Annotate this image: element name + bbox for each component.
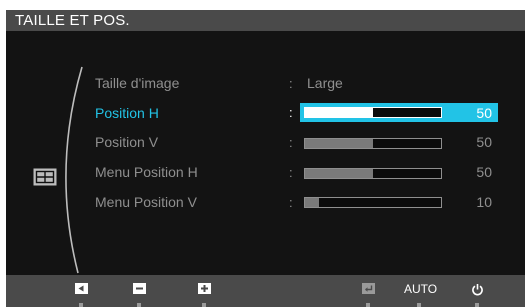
left-arrow-icon[interactable] (75, 283, 88, 294)
menu-item-position-v[interactable]: Position V (95, 134, 158, 150)
enter-icon[interactable] (362, 283, 375, 294)
slider-fill (305, 139, 373, 148)
slider-fill (305, 198, 319, 207)
power-icon[interactable] (471, 283, 484, 296)
osd-window: TAILLE ET POS. Taille d'image : Large Po… (6, 10, 525, 307)
menu-position-v-slider[interactable] (304, 197, 442, 208)
button-guide-bar: AUTO (6, 275, 525, 307)
indicator-dot (137, 303, 141, 307)
menu-item-menu-position-h[interactable]: Menu Position H (95, 164, 198, 180)
auto-button[interactable]: AUTO (404, 282, 437, 296)
position-h-slider[interactable] (304, 107, 442, 118)
indicator-dot (366, 303, 370, 307)
menu-item-taille-image[interactable]: Taille d'image (95, 75, 179, 91)
indicator-dot (475, 303, 479, 307)
menu-position-h-value: 50 (476, 164, 492, 180)
size-position-icon (33, 168, 57, 186)
menu-title: TAILLE ET POS. (15, 12, 130, 29)
menu-position-v-value: 10 (476, 194, 492, 210)
image-size-value: Large (307, 75, 343, 91)
item-colon: : (289, 76, 293, 91)
indicator-dot (417, 303, 421, 307)
menu-item-menu-position-v[interactable]: Menu Position V (95, 194, 197, 210)
menu-panel: Taille d'image : Large Position H : 50 P… (6, 31, 525, 275)
indicator-dot (79, 303, 83, 307)
menu-position-h-slider[interactable] (304, 168, 442, 179)
slider-fill (305, 169, 373, 178)
slider-fill (305, 108, 373, 117)
menu-item-position-h[interactable]: Position H (95, 105, 159, 121)
position-h-value: 50 (476, 105, 492, 121)
position-v-slider[interactable] (304, 138, 442, 149)
indicator-dot (202, 303, 206, 307)
item-colon: : (289, 105, 293, 120)
item-colon: : (289, 195, 293, 210)
item-colon: : (289, 165, 293, 180)
plus-icon[interactable] (198, 283, 211, 294)
position-v-value: 50 (476, 134, 492, 150)
title-bar: TAILLE ET POS. (6, 10, 525, 31)
menu-arc (65, 66, 83, 274)
minus-icon[interactable] (133, 283, 146, 294)
item-colon: : (289, 135, 293, 150)
